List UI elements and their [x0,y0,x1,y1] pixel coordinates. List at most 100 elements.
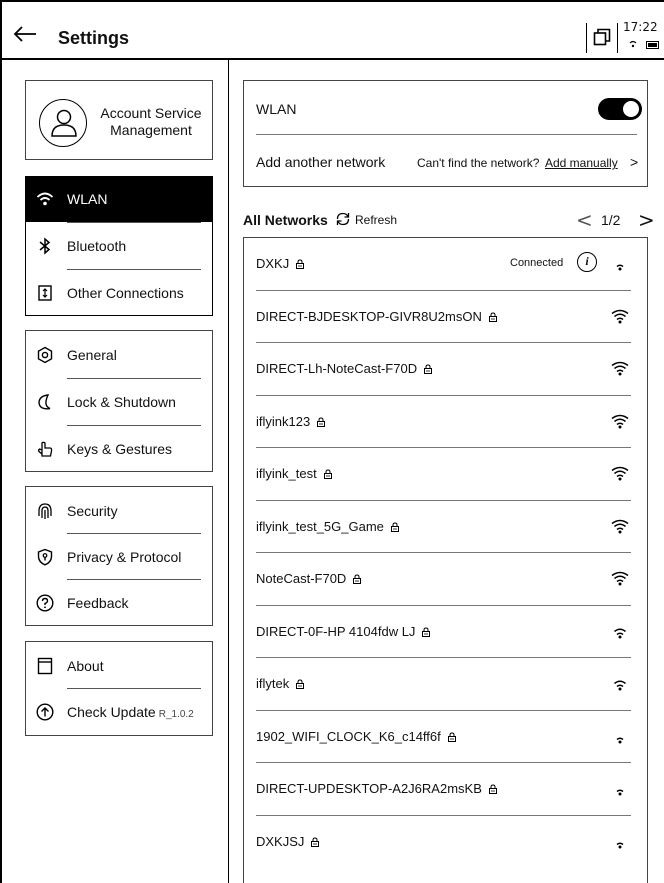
sidebar-item-label: Check Update R_1.0.2 [67,704,194,720]
prev-page-button[interactable]: < [576,208,593,232]
moon-icon [38,394,51,410]
lock-icon [488,784,497,794]
network-name-text: DIRECT-Lh-NoteCast-F70D [256,361,418,376]
network-row[interactable]: DIRECT-0F-HP 4104fdw LJ [244,606,647,658]
status-wifi-icon [629,40,637,48]
sidebar-item-label: General [67,347,117,363]
network-row[interactable]: DIRECT-UPDESKTOP-A2J6RA2msKB [244,763,647,816]
refresh-icon[interactable] [335,211,351,227]
network-name: DIRECT-UPDESKTOP-A2J6RA2msKB [256,781,498,796]
network-row[interactable]: iflyink123 [244,396,647,448]
divider [67,425,201,426]
sidebar-item-label: WLAN [67,191,108,207]
wifi-signal-icon [611,519,629,533]
lock-icon [424,364,433,374]
wifi-icon [36,192,54,206]
question-icon [36,594,54,612]
bluetooth-icon [39,237,51,255]
network-name: iflytek [256,676,305,691]
column-divider [228,60,229,883]
version-label: R_1.0.2 [158,709,194,720]
wlan-toggle[interactable] [598,98,642,120]
sidebar-item-lock-shutdown[interactable]: Lock & Shutdown [25,378,213,425]
divider [67,269,201,270]
page-title: Settings [58,28,130,48]
cant-find-hint: Can't find the network? [417,156,540,170]
info-icon[interactable]: i [577,252,597,272]
sidebar-item-label: Keys & Gestures [67,441,173,457]
network-name-text: iflyink123 [256,413,311,429]
network-row[interactable]: 1902_WIFI_CLOCK_K6_c14ff6f [244,711,647,763]
refresh-button[interactable]: Refresh [355,213,397,227]
add-manually-link[interactable]: Add manually [545,156,618,170]
network-row[interactable]: DIRECT-BJDESKTOP-GIVR8U2msON [244,291,647,343]
check-update-label: Check Update [67,704,156,720]
network-row[interactable]: DXKJSJ [244,816,647,869]
network-row[interactable]: DXKJ Connected i [244,238,647,291]
window-switch-icon[interactable] [593,28,611,46]
sidebar-item-label: About [67,658,104,674]
sidebar-item-privacy[interactable]: Privacy & Protocol [25,533,213,580]
wifi-signal-icon [616,789,624,796]
connection-status: Connected [510,257,564,269]
divider [67,579,201,580]
all-networks-title: All Networks [243,212,328,228]
sidebar-item-label: Privacy & Protocol [67,549,182,565]
network-row[interactable]: iflytek [244,658,647,711]
sidebar-item-other-connections[interactable]: Other Connections [25,269,213,316]
network-name-text: 1902_WIFI_CLOCK_K6_c14ff6f [256,728,441,744]
sidebar-item-label: Security [67,503,118,519]
avatar-icon [39,99,87,147]
sidebar-item-keys-gestures[interactable]: Keys & Gestures [25,425,213,472]
upload-icon [36,703,54,721]
sidebar-item-label: Other Connections [67,285,184,301]
network-name: DIRECT-BJDESKTOP-GIVR8U2msON [256,309,498,324]
wifi-signal-icon [616,264,624,271]
sidebar-item-label: Bluetooth [67,238,127,254]
network-name-text: iflyink_test_5G_Game [256,518,384,534]
network-row[interactable]: iflyink_test [244,448,647,501]
network-name-text: iflyink_test [256,466,317,481]
lock-icon [488,311,497,322]
sidebar-item-wlan[interactable]: WLAN [25,176,213,222]
lock-icon [317,416,326,427]
sidebar-item-feedback[interactable]: Feedback [25,579,213,626]
battery-icon [646,41,659,49]
divider [67,378,201,379]
divider [67,688,201,689]
network-list: DXKJ Connected i DIRECT-BJDESKTOP-GIVR8U2ms… [243,237,648,883]
general-icon [37,346,53,364]
network-name-text: DIRECT-UPDESKTOP-A2J6RA2msKB [256,781,482,796]
next-page-button[interactable]: > [638,208,655,232]
lock-icon [311,836,320,847]
sidebar-item-general[interactable]: General [25,332,213,378]
network-row[interactable]: iflyink_test_5G_Game [244,501,647,553]
header-divider [617,23,618,53]
hand-icon [37,441,53,457]
network-name: DIRECT-Lh-NoteCast-F70D [256,361,433,376]
lock-icon [323,469,332,479]
network-row[interactable]: NoteCast-F70D [244,553,647,606]
network-name: DXKJ [256,256,305,271]
network-name: iflyink_test [256,466,333,481]
lock-icon [390,521,399,532]
wifi-signal-icon [611,361,629,376]
sidebar-item-check-update[interactable]: Check Update R_1.0.2 [25,688,213,735]
network-name-text: DIRECT-0F-HP 4104fdw LJ [256,623,416,639]
sidebar-item-security[interactable]: Security [25,488,213,534]
wifi-signal-icon [611,414,629,428]
sidebar-item-about[interactable]: About [25,643,213,689]
account-card[interactable]: Account Service Management [25,80,213,160]
connections-icon [38,285,52,301]
chevron-right-icon[interactable]: > [630,154,638,170]
network-row[interactable]: DIRECT-Lh-NoteCast-F70D [244,343,647,396]
divider [67,222,201,223]
back-arrow-icon[interactable] [12,24,38,44]
lock-icon [296,679,305,689]
wifi-signal-icon [614,680,626,691]
lock-icon [296,259,305,269]
add-network-label: Add another network [256,154,386,170]
wifi-signal-icon [614,628,626,638]
sidebar-item-bluetooth[interactable]: Bluetooth [25,222,213,269]
network-name: DXKJSJ [256,834,320,849]
